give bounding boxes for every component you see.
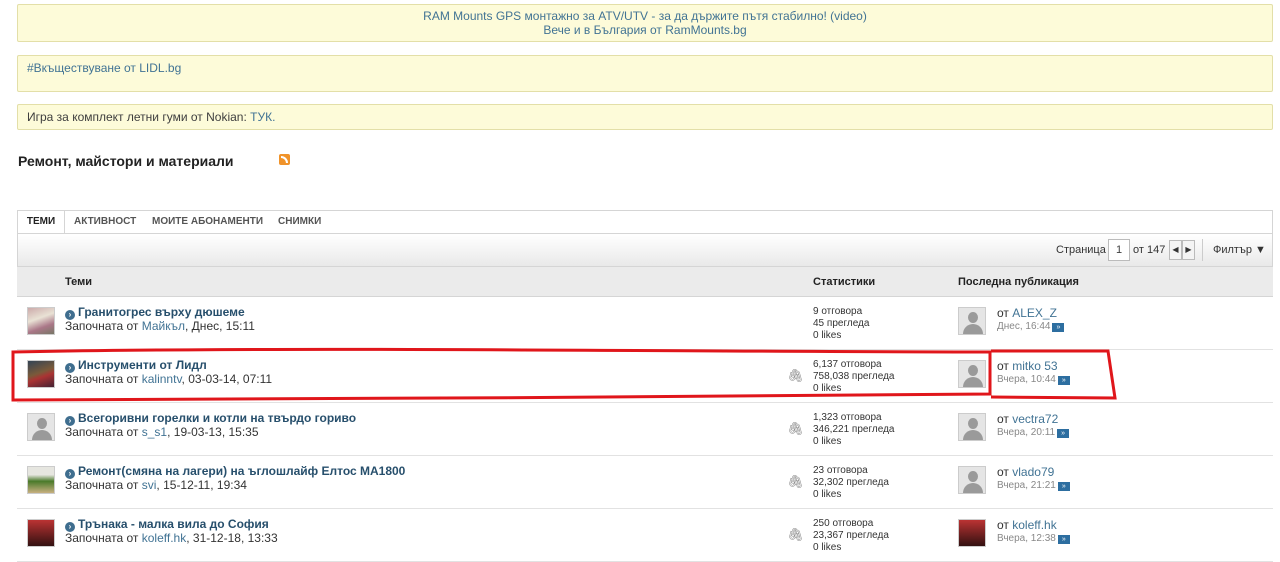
last-post-date: Днес, 16:44» (997, 321, 1065, 332)
thread-stats: 250 отговора 23,367 прегледа 0 likes (813, 518, 889, 553)
forum-title: Ремонт, майстори и материали (18, 153, 234, 169)
column-last-post: Последна публикация (958, 276, 1079, 288)
last-post-by: от koleff.hk (997, 518, 1057, 532)
filter-dropdown[interactable]: Филтър ▼ (1213, 244, 1266, 256)
avatar[interactable] (27, 307, 55, 335)
avatar[interactable] (958, 519, 986, 547)
thread-title[interactable]: › Гранитогрес върху дюшеме (65, 305, 245, 320)
avatar[interactable] (958, 466, 986, 494)
author-link[interactable]: kalinntv (142, 372, 182, 386)
last-post-by: от vectra72 (997, 412, 1059, 426)
tab-topics[interactable]: ТЕМИ (18, 211, 65, 233)
thread-stats: 6,137 отговора 758,038 прегледа 0 likes (813, 359, 895, 394)
prev-page-button[interactable]: ◀ (1169, 240, 1182, 260)
author-link[interactable]: s_s1 (142, 425, 167, 439)
avatar[interactable] (27, 360, 55, 388)
thread-title[interactable]: › Трънака - малка вила до София (65, 517, 269, 532)
thread-title[interactable]: › Всегоривни горелки и котли на твърдо го… (65, 411, 356, 426)
notice-ram-mounts: RAM Mounts GPS монтажно за ATV/UTV - за … (17, 4, 1273, 42)
notice-nokian: Игра за комплект летни гуми от Nokian: Т… (17, 104, 1273, 130)
thread-title[interactable]: › Инструменти от Лидл (65, 358, 207, 373)
table-row: › Гранитогрес върху дюшеме Започната от М… (17, 297, 1273, 350)
last-post-date: Вчера, 21:21» (997, 480, 1070, 491)
rss-icon[interactable] (279, 154, 290, 165)
next-page-button[interactable]: ▶ (1182, 240, 1195, 260)
go-to-last-post-icon[interactable]: » (1052, 323, 1065, 332)
notice-nokian-text: Игра за комплект летни гуми от Nokian: (27, 110, 251, 124)
table-row: › Трънака - малка вила до София Започната… (17, 509, 1273, 562)
thread-starter: Започната от koleff.hk, 31-12-18, 13:33 (65, 531, 278, 545)
thread-title[interactable]: › Ремонт(смяна на лагери) на ъглошлайф Ел… (65, 464, 405, 479)
notice-lidl-link[interactable]: #Вкъществуване от LIDL.bg (27, 61, 181, 75)
last-post-user-link[interactable]: mitko 53 (1012, 359, 1057, 373)
thread-starter: Започната от kalinntv, 03-03-14, 07:11 (65, 372, 273, 386)
thread-stats: 9 отговора 45 прегледа 0 likes (813, 306, 870, 341)
author-link[interactable]: Майкъл (142, 319, 185, 333)
avatar[interactable] (958, 360, 986, 388)
notice-ram-mounts-link-1[interactable]: RAM Mounts GPS монтажно за ATV/UTV - за … (18, 9, 1272, 23)
paperclip-icon: 🖇 (787, 421, 804, 436)
last-post-by: от ALEX_Z (997, 306, 1057, 320)
last-post-by: от mitko 53 (997, 359, 1058, 373)
go-to-last-post-icon[interactable]: » (1057, 482, 1070, 491)
thread-starter: Започната от s_s1, 19-03-13, 15:35 (65, 425, 259, 439)
avatar[interactable] (958, 307, 986, 335)
last-post-user-link[interactable]: koleff.hk (1012, 518, 1056, 532)
last-post-user-link[interactable]: vlado79 (1012, 465, 1054, 479)
table-row: › Ремонт(смяна на лагери) на ъглошлайф Ел… (17, 456, 1273, 509)
last-post-user-link[interactable]: vectra72 (1012, 412, 1058, 426)
notice-lidl: #Вкъществуване от LIDL.bg (17, 55, 1273, 92)
tab-photos[interactable]: СНИМКИ (278, 211, 321, 233)
thread-starter: Започната от svi, 15-12-11, 19:34 (65, 478, 247, 492)
avatar[interactable] (27, 466, 55, 494)
table-row: › Всегоривни горелки и котли на твърдо го… (17, 403, 1273, 456)
last-post-by: от vlado79 (997, 465, 1055, 479)
last-post-date: Вчера, 12:38» (997, 533, 1070, 544)
thread-starter: Започната от Майкъл, Днес, 15:11 (65, 319, 255, 333)
author-link[interactable]: svi (142, 478, 157, 492)
avatar[interactable] (27, 519, 55, 547)
avatar[interactable] (27, 413, 55, 441)
go-to-last-post-icon[interactable]: » (1057, 376, 1070, 385)
thread-stats: 1,323 отговора 346,221 прегледа 0 likes (813, 412, 895, 447)
last-post-date: Вчера, 20:11» (997, 427, 1070, 438)
tab-activity[interactable]: АКТИВНОСТ (74, 211, 136, 233)
avatar[interactable] (958, 413, 986, 441)
notice-nokian-link[interactable]: ТУК. (250, 110, 275, 124)
notice-ram-mounts-link-2[interactable]: Вече и в България от RamMounts.bg (18, 23, 1272, 37)
go-to-last-post-icon[interactable]: » (1057, 429, 1070, 438)
page-number-input[interactable]: 1 (1108, 239, 1130, 261)
last-post-date: Вчера, 10:44» (997, 374, 1070, 385)
column-topics: Теми (65, 276, 93, 288)
page-total: от 147 (1133, 244, 1166, 256)
column-stats: Статистики (813, 276, 876, 288)
table-row: › Инструменти от Лидл Започната от kalinn… (17, 350, 1273, 403)
table-header: Теми Статистики Последна публикация (17, 267, 1273, 297)
paperclip-icon: 🖇 (787, 368, 804, 383)
toolbar: Страница 1 от 147 ◀ ▶ Филтър ▼ (17, 234, 1273, 267)
tab-bar: ТЕМИ АКТИВНОСТ МОИТЕ АБОНАМЕНТИ СНИМКИ (17, 210, 1273, 234)
go-to-last-post-icon[interactable]: » (1057, 535, 1070, 544)
tab-subscriptions[interactable]: МОИТЕ АБОНАМЕНТИ (152, 211, 263, 233)
author-link[interactable]: koleff.hk (142, 531, 186, 545)
thread-stats: 23 отговора 32,302 прегледа 0 likes (813, 465, 889, 500)
last-post-user-link[interactable]: ALEX_Z (1012, 306, 1057, 320)
paperclip-icon: 🖇 (787, 474, 804, 489)
page-label: Страница (1056, 244, 1106, 256)
toolbar-divider (1202, 239, 1203, 261)
